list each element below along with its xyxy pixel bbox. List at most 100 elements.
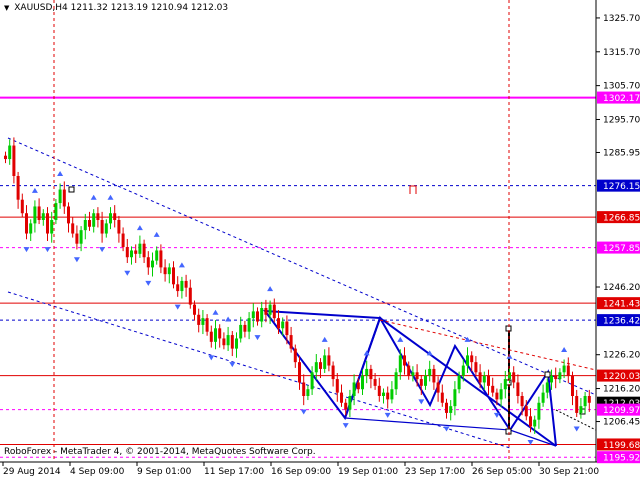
candle-body (281, 321, 285, 329)
price-level-label: 1199.68 (603, 441, 640, 451)
candle-body (524, 406, 528, 417)
fractal-up-icon (225, 316, 232, 322)
candle-body (419, 379, 423, 386)
fractal-down-icon (384, 412, 391, 418)
fractal-down-icon (229, 362, 236, 368)
fractal-up-icon (178, 262, 185, 268)
candle-body (41, 213, 45, 220)
candle-body (12, 145, 16, 176)
candle-body (579, 406, 583, 413)
fractal-down-icon (300, 409, 307, 415)
candle-body (205, 318, 209, 332)
fractal-down-icon (418, 399, 425, 405)
candle-body (113, 213, 117, 220)
candle-body (50, 220, 54, 234)
fractal-up-icon (212, 309, 219, 315)
candle-body (432, 368, 436, 383)
candle-body (314, 362, 318, 373)
candle-body (33, 206, 37, 224)
candle-body (369, 368, 373, 380)
time-tick-label: 30 Sep 21:00 (539, 467, 599, 477)
candle-body (487, 375, 490, 386)
price-level-label: 1195.92 (603, 454, 640, 464)
candle-body (495, 392, 499, 400)
candle-body (184, 280, 188, 288)
time-tick-label: 29 Aug 2014 (3, 467, 61, 477)
price-chart[interactable]: 1325.70 1315.70 1305.70 1295.70 1285.95 1246.… (0, 0, 640, 480)
candle-body (373, 379, 377, 386)
fractals-layer (23, 171, 580, 445)
price-level-label: 1257.85 (603, 244, 640, 254)
candle-body (436, 382, 440, 393)
candle-body (138, 243, 142, 254)
open-price: 1211.32 (70, 3, 108, 13)
candle-body (130, 250, 133, 258)
candle-body (151, 260, 154, 268)
candle-body (352, 382, 356, 396)
candle-body (79, 230, 83, 244)
candle-body (230, 335, 234, 349)
price-level-label: 1220.03 (603, 372, 640, 382)
candle-body (394, 372, 398, 390)
fractal-up-icon (107, 194, 114, 200)
price-level-label: 1276.15 (603, 182, 640, 192)
low-price: 1210.94 (150, 3, 189, 13)
candle-body (398, 355, 402, 373)
fractal-down-icon (99, 247, 106, 253)
candle-body (512, 372, 516, 383)
candle-body (201, 318, 205, 325)
candle-body (390, 389, 394, 400)
price-level-labels: 1302.17 1276.15 1266.85 1257.85 1241.43 1236.… (597, 91, 640, 464)
chart-window[interactable]: 1325.70 1315.70 1305.70 1295.70 1285.95 1246.… (0, 0, 640, 480)
channel-upper (7, 137, 597, 396)
candle-body (100, 220, 104, 234)
candle-body (289, 335, 293, 349)
candle-body (277, 318, 280, 329)
candle-body (54, 203, 58, 220)
candle-body (209, 331, 213, 342)
price-level-label: 1241.43 (603, 300, 640, 310)
candle-body (474, 362, 478, 373)
candle-body (67, 206, 70, 224)
candle-body (377, 385, 381, 396)
candle-body (562, 365, 566, 373)
candle-body (331, 365, 335, 380)
candle-body (575, 396, 579, 413)
candle-body (499, 389, 503, 400)
candle-body (550, 375, 553, 383)
candle-body (440, 392, 444, 403)
price-levels-layer (0, 96, 596, 458)
candle-body (428, 368, 432, 376)
candle-body (310, 372, 314, 390)
candle-body (348, 396, 352, 410)
price-tick-label: 1285.95 (603, 148, 640, 158)
candle-body (92, 213, 96, 227)
candle-body (335, 379, 339, 393)
marker-square-right (544, 371, 551, 378)
candle-body (121, 233, 125, 248)
candle-body (247, 318, 251, 332)
candle-body (470, 355, 474, 363)
candle-body (554, 375, 558, 380)
fractal-up-icon (397, 336, 404, 342)
price-tick-label: 1206.45 (603, 418, 640, 428)
close-price: 1212.03 (190, 3, 229, 13)
price-tick-label: 1216.20 (603, 385, 640, 395)
candle-body (545, 382, 549, 393)
candle-body (62, 189, 66, 207)
candle-body (533, 419, 537, 427)
candle-body (109, 213, 112, 224)
candle-body (323, 355, 327, 369)
candle-body (117, 220, 121, 234)
candle-body (356, 382, 360, 390)
price-tick-label: 1305.70 (603, 82, 640, 92)
fractal-down-icon (73, 257, 80, 263)
fractal-down-icon (493, 412, 500, 418)
fractal-down-icon (23, 247, 30, 253)
marker-square-left (68, 186, 75, 193)
candle-body (361, 375, 364, 390)
candles-layer (4, 137, 591, 434)
candle-body (403, 355, 406, 366)
candle-body (340, 392, 343, 403)
candle-body (285, 321, 289, 336)
